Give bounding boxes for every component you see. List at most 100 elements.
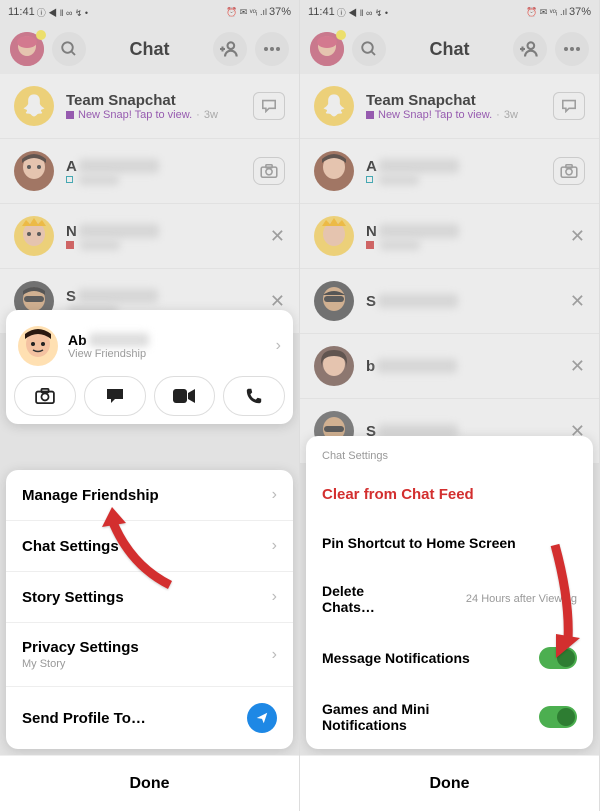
add-friend-button[interactable] <box>513 32 547 66</box>
redacted-name <box>378 294 458 308</box>
games-notifications-toggle[interactable] <box>539 706 577 728</box>
chat-item[interactable]: A <box>300 139 599 204</box>
dismiss-button[interactable]: ✕ <box>570 291 585 312</box>
add-friend-button[interactable] <box>213 32 247 66</box>
chat-settings-sheet: Chat Settings Clear from Chat Feed Pin S… <box>306 436 593 749</box>
video-call-button[interactable] <box>154 376 216 416</box>
menu-label: Privacy Settings <box>22 639 139 656</box>
redacted-name <box>79 159 159 173</box>
chat-item-team-snapchat[interactable]: Team Snapchat New Snap! Tap to view. · 3… <box>300 74 599 139</box>
item-label: Message Notifications <box>322 650 470 666</box>
chat-list: Team Snapchat New Snap! Tap to view. · 3… <box>300 74 599 464</box>
redacted-status <box>80 240 120 250</box>
chat-item[interactable]: N ✕ <box>0 204 299 269</box>
chat-name: N <box>366 223 377 240</box>
chevron-right-icon: › <box>272 486 277 504</box>
chat-status-text: New Snap! Tap to view. <box>378 109 492 121</box>
audio-call-button[interactable] <box>223 376 285 416</box>
done-button[interactable]: Done <box>0 755 299 811</box>
more-button[interactable] <box>255 32 289 66</box>
privacy-settings-item[interactable]: Privacy Settings My Story › <box>6 623 293 687</box>
dismiss-button[interactable]: ✕ <box>270 226 285 247</box>
send-profile-item[interactable]: Send Profile To… <box>6 687 293 749</box>
send-icon <box>247 703 277 733</box>
message-notifications-toggle[interactable] <box>539 647 577 669</box>
friend-avatar <box>14 151 54 191</box>
dismiss-button[interactable]: ✕ <box>270 291 285 312</box>
chat-name: Team Snapchat <box>66 92 241 109</box>
item-label: Games and Mini Notifications <box>322 701 462 733</box>
profile-name: Ab <box>68 332 87 348</box>
clear-from-chat-feed-item[interactable]: Clear from Chat Feed <box>306 470 593 519</box>
games-mini-notifications-item[interactable]: Games and Mini Notifications <box>306 685 593 749</box>
more-button[interactable] <box>555 32 589 66</box>
friend-profile-sheet: Ab View Friendship › <box>6 310 293 424</box>
story-settings-item[interactable]: Story Settings › <box>6 572 293 623</box>
profile-avatar-button[interactable] <box>10 32 44 66</box>
redacted-name <box>78 289 158 303</box>
chat-item[interactable]: A <box>0 139 299 204</box>
status-icons-left: ⓘ ◀ ‖ ∞ ↯ • <box>337 6 388 19</box>
chat-name: S <box>366 293 376 310</box>
done-button[interactable]: Done <box>300 755 599 811</box>
team-snapchat-avatar <box>14 86 54 126</box>
delete-chats-item[interactable]: Delete Chats… 24 Hours after Viewing <box>306 567 593 631</box>
status-time: 11:41 <box>308 6 335 18</box>
item-label: Pin Shortcut to Home Screen <box>322 535 516 551</box>
profile-avatar-button[interactable] <box>310 32 344 66</box>
chat-item[interactable]: S ✕ <box>300 269 599 334</box>
camera-action-button[interactable] <box>14 376 76 416</box>
new-snap-indicator <box>66 111 74 119</box>
chat-header: Chat <box>0 24 299 74</box>
chat-indicator <box>366 176 373 183</box>
reply-button[interactable] <box>253 92 285 120</box>
chat-name: A <box>366 158 377 175</box>
chat-item[interactable]: b ✕ <box>300 334 599 399</box>
friend-avatar <box>314 216 354 256</box>
profile-row[interactable]: Ab View Friendship › <box>14 318 285 376</box>
menu-sublabel: My Story <box>22 658 139 670</box>
chat-item[interactable]: N ✕ <box>300 204 599 269</box>
camera-button[interactable] <box>553 157 585 185</box>
chat-item-team-snapchat[interactable]: Team Snapchat New Snap! Tap to view. · 3… <box>0 74 299 139</box>
chat-name: A <box>66 158 77 175</box>
left-screenshot: 11:41 ⓘ ◀ ‖ ∞ ↯ • ⏰ ✉ ᵛᵒᵢ .ıl 37% Chat <box>0 0 300 811</box>
redacted-name <box>377 359 457 373</box>
dismiss-button[interactable]: ✕ <box>570 226 585 247</box>
redacted-name <box>89 333 149 347</box>
manage-friendship-item[interactable]: Manage Friendship › <box>6 470 293 521</box>
status-signal: ⏰ ✉ ᵛᵒᵢ .ıl <box>526 7 567 18</box>
new-snap-indicator <box>366 111 374 119</box>
chat-name: S <box>66 288 76 305</box>
chat-indicator <box>66 176 73 183</box>
chevron-right-icon: › <box>272 537 277 555</box>
dismiss-button[interactable]: ✕ <box>570 356 585 377</box>
search-button[interactable] <box>352 32 386 66</box>
done-label: Done <box>430 775 470 793</box>
pin-shortcut-item[interactable]: Pin Shortcut to Home Screen <box>306 519 593 567</box>
friend-avatar <box>314 346 354 386</box>
chat-action-button[interactable] <box>84 376 146 416</box>
chat-header: Chat <box>300 24 599 74</box>
camera-button[interactable] <box>253 157 285 185</box>
chat-status-text: New Snap! Tap to view. <box>78 109 192 121</box>
chat-settings-item[interactable]: Chat Settings › <box>6 521 293 572</box>
view-friendship-label: View Friendship <box>68 348 276 360</box>
redacted-name <box>79 224 159 238</box>
status-signal: ⏰ ✉ ᵛᵒᵢ .ıl <box>226 7 267 18</box>
redacted-status <box>380 240 420 250</box>
chat-time: 3w <box>504 109 518 121</box>
status-time: 11:41 <box>8 6 35 18</box>
team-snapchat-avatar <box>314 86 354 126</box>
search-button[interactable] <box>52 32 86 66</box>
message-notifications-item[interactable]: Message Notifications <box>306 631 593 685</box>
friend-avatar <box>14 216 54 256</box>
chat-list: Team Snapchat New Snap! Tap to view. · 3… <box>0 74 299 334</box>
redacted-name <box>379 159 459 173</box>
chevron-right-icon: › <box>272 646 277 664</box>
redacted-status <box>79 175 119 185</box>
item-label: Clear from Chat Feed <box>322 486 474 503</box>
status-bar: 11:41 ⓘ ◀ ‖ ∞ ↯ • ⏰ ✉ ᵛᵒᵢ .ıl 37% <box>300 0 599 24</box>
status-battery: 37% <box>569 6 591 18</box>
reply-button[interactable] <box>553 92 585 120</box>
